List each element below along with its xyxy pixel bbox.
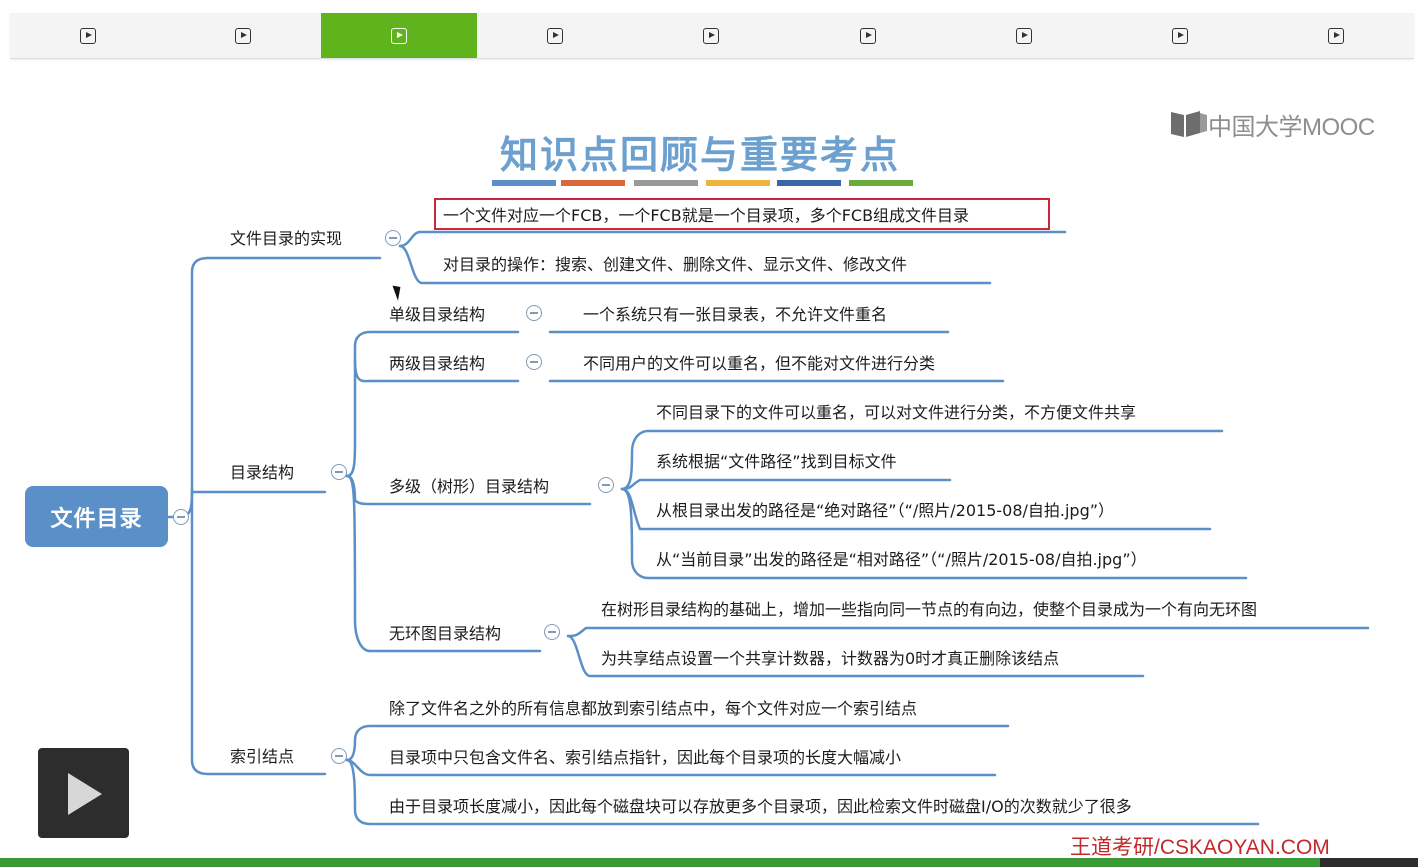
collapse-icon[interactable] (385, 230, 401, 246)
progress-remaining (1320, 858, 1418, 867)
single-level-desc[interactable]: 一个系统只有一张目录表，不允许文件重名 (583, 305, 887, 325)
multi-item-2[interactable]: 系统根据“文件路径”找到目标文件 (656, 452, 897, 472)
collapse-icon[interactable] (331, 464, 347, 480)
collapse-icon[interactable] (526, 354, 542, 370)
index-item-1[interactable]: 除了文件名之外的所有信息都放到索引结点中，每个文件对应一个索引结点 (389, 699, 917, 719)
collapse-icon[interactable] (598, 477, 614, 493)
collapse-icon[interactable] (173, 509, 189, 525)
branch-directory-implementation[interactable]: 文件目录的实现 (230, 229, 342, 249)
multi-item-3[interactable]: 从根目录出发的路径是“绝对路径”（“/照片/2015-08/自拍.jpg”） (656, 501, 1114, 521)
multi-item-4[interactable]: 从“当前目录”出发的路径是“相对路径”（“/照片/2015-08/自拍.jpg”… (656, 550, 1147, 570)
index-item-3[interactable]: 由于目录项长度减小，因此每个磁盘块可以存放更多个目录项，因此检索文件时磁盘I/O… (389, 797, 1132, 817)
structure-two-level[interactable]: 两级目录结构 (389, 354, 485, 374)
watermark: 王道考研/CSKAOYAN.COM (1070, 836, 1330, 859)
acyclic-item-1[interactable]: 在树形目录结构的基础上，增加一些指向同一节点的有向边，使整个目录成为一个有向无环… (601, 600, 1257, 620)
structure-acyclic[interactable]: 无环图目录结构 (389, 624, 501, 644)
impl-item-fcb[interactable]: 一个文件对应一个FCB，一个FCB就是一个目录项，多个FCB组成文件目录 (443, 206, 969, 226)
impl-item-operations[interactable]: 对目录的操作：搜索、创建文件、删除文件、显示文件、修改文件 (443, 255, 907, 275)
two-level-desc[interactable]: 不同用户的文件可以重名，但不能对文件进行分类 (583, 354, 935, 374)
structure-single-level[interactable]: 单级目录结构 (389, 305, 485, 325)
index-item-2[interactable]: 目录项中只包含文件名、索引结点指针，因此每个目录项的长度大幅减小 (389, 748, 901, 768)
acyclic-item-2[interactable]: 为共享结点设置一个共享计数器，计数器为0时才真正删除该结点 (601, 649, 1059, 669)
branch-index-node[interactable]: 索引结点 (230, 747, 294, 767)
collapse-icon[interactable] (526, 305, 542, 321)
collapse-icon[interactable] (544, 624, 560, 640)
structure-multi-level[interactable]: 多级（树形）目录结构 (389, 477, 549, 497)
mindmap-connectors (166, 230, 1370, 826)
play-button[interactable] (38, 748, 129, 838)
mindmap-root[interactable]: 文件目录 (25, 486, 168, 547)
multi-item-1[interactable]: 不同目录下的文件可以重名，可以对文件进行分类，不方便文件共享 (656, 403, 1136, 423)
collapse-icon[interactable] (331, 748, 347, 764)
progress-bar[interactable] (0, 858, 1418, 867)
branch-directory-structure[interactable]: 目录结构 (230, 463, 294, 483)
